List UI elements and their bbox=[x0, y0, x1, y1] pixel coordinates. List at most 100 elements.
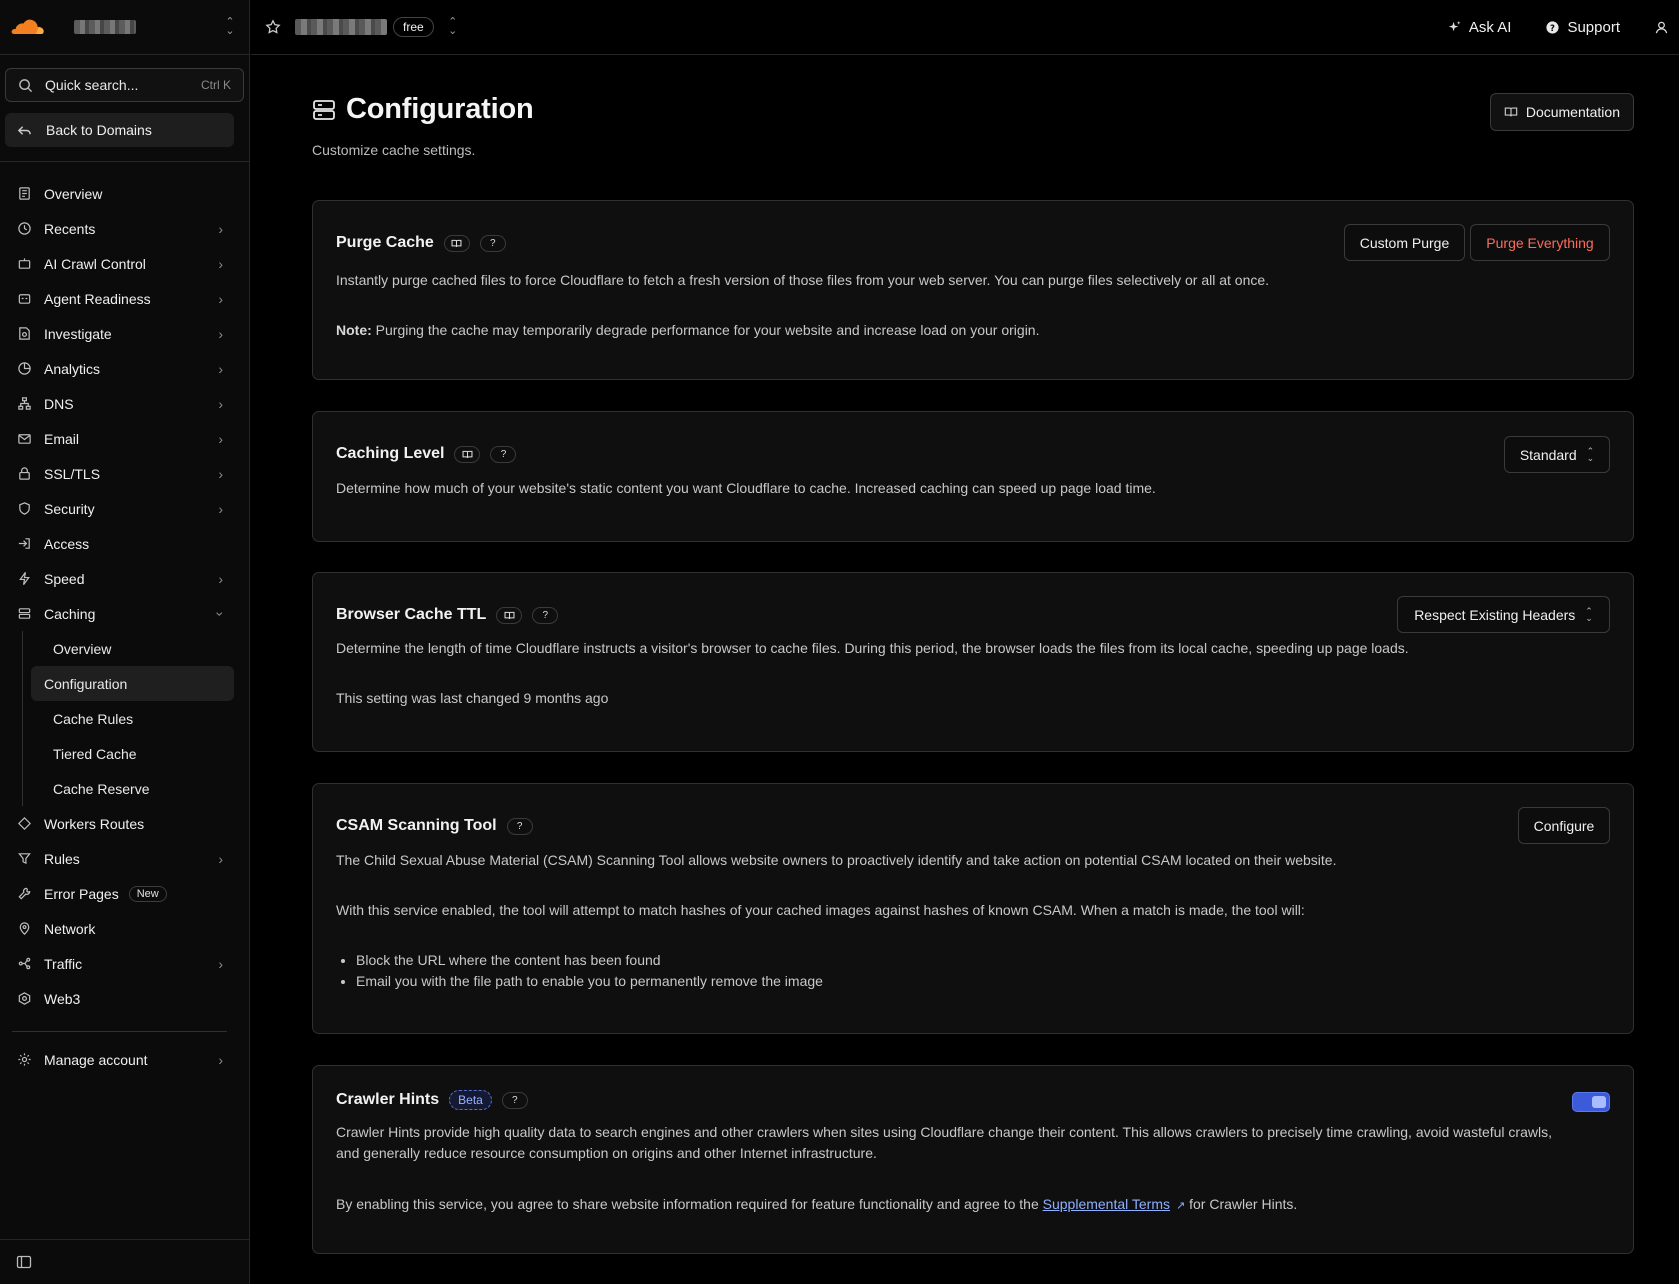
sidebar-item-label: AI Crawl Control bbox=[44, 255, 146, 272]
domain-name-redacted[interactable] bbox=[295, 19, 387, 35]
page-title: Configuration bbox=[346, 93, 534, 125]
sidebar-toggle-icon[interactable] bbox=[16, 1254, 32, 1270]
supplemental-terms-link[interactable]: Supplemental Terms bbox=[1043, 1196, 1170, 1212]
sidebar-item-recents[interactable]: Recents › bbox=[0, 211, 249, 246]
sidebar-item-web3[interactable]: Web3 bbox=[0, 981, 249, 1016]
sidebar-item-error-pages[interactable]: Error Pages New bbox=[0, 876, 249, 911]
workers-icon bbox=[17, 816, 32, 831]
card-title: CSAM Scanning Tool bbox=[336, 817, 497, 834]
sidebar-subitem-overview[interactable]: Overview bbox=[31, 631, 234, 666]
clock-icon bbox=[17, 221, 32, 236]
purge-everything-button[interactable]: Purge Everything bbox=[1470, 224, 1610, 261]
sidebar-item-ai-crawl-control[interactable]: AI Crawl Control › bbox=[0, 246, 249, 281]
select-value: Standard bbox=[1519, 446, 1577, 463]
network-tree-icon bbox=[17, 396, 32, 411]
sidebar-item-ssl-tls[interactable]: SSL/TLS › bbox=[0, 456, 249, 491]
sidebar-item-agent-readiness[interactable]: Agent Readiness › bbox=[0, 281, 249, 316]
help-icon[interactable]: ? bbox=[501, 1091, 528, 1109]
sidebar-item-label: Access bbox=[44, 535, 90, 552]
purge-note: Note: Purging the cache may temporarily … bbox=[336, 320, 1610, 341]
caching-level-select[interactable]: Standard ⌃ ⌄ bbox=[1504, 436, 1610, 473]
chevron-right-icon: › bbox=[218, 290, 223, 307]
sidebar-subitem-tiered-cache[interactable]: Tiered Cache bbox=[31, 736, 234, 771]
docs-link-icon[interactable] bbox=[454, 445, 481, 463]
sidebar-item-manage-account[interactable]: Manage account › bbox=[0, 1042, 249, 1077]
page-subtitle: Customize cache settings. bbox=[312, 142, 476, 158]
sidebar: ⌃ ⌄ Quick search... Ctrl K Back to Domain… bbox=[0, 0, 250, 1284]
sidebar-subitem-cache-reserve[interactable]: Cache Reserve bbox=[31, 771, 234, 806]
sidebar-item-email[interactable]: Email › bbox=[0, 421, 249, 456]
user-icon bbox=[1655, 21, 1668, 33]
last-changed-text: This setting was last changed 9 months a… bbox=[336, 690, 609, 706]
crawler-hints-toggle[interactable] bbox=[1572, 1092, 1610, 1112]
sidebar-item-label: Traffic bbox=[44, 955, 83, 972]
wrench-icon bbox=[17, 886, 32, 901]
sidebar-item-label: Agent Readiness bbox=[44, 290, 151, 307]
star-icon[interactable] bbox=[265, 19, 281, 35]
sidebar-item-access[interactable]: Access bbox=[0, 526, 249, 561]
sidebar-item-label: Web3 bbox=[44, 990, 81, 1007]
sidebar-item-traffic[interactable]: Traffic › bbox=[0, 946, 249, 981]
chevron-updown-icon: ⌃ ⌄ bbox=[1585, 605, 1593, 623]
docs-link-icon[interactable] bbox=[496, 606, 523, 624]
gear-icon bbox=[17, 1052, 32, 1067]
sidebar-subitem-cache-rules[interactable]: Cache Rules bbox=[31, 701, 234, 736]
sidebar-item-dns[interactable]: DNS › bbox=[0, 386, 249, 421]
sidebar-item-security[interactable]: Security › bbox=[0, 491, 249, 526]
support-button[interactable]: ? Support bbox=[1545, 19, 1620, 36]
purge-description: Instantly purge cached files to force Cl… bbox=[336, 272, 1270, 288]
robot-icon bbox=[17, 256, 32, 271]
chevron-updown-icon[interactable]: ⌃ ⌄ bbox=[446, 17, 460, 37]
help-icon[interactable]: ? bbox=[506, 817, 533, 835]
help-icon[interactable]: ? bbox=[532, 606, 559, 624]
browser-cache-ttl-select[interactable]: Respect Existing Headers ⌃ ⌄ bbox=[1397, 596, 1610, 633]
caching-level-description: Determine how much of your website's sta… bbox=[336, 480, 1156, 496]
select-value: Respect Existing Headers bbox=[1414, 606, 1576, 623]
user-menu-button[interactable] bbox=[1654, 20, 1669, 35]
search-icon bbox=[19, 78, 33, 92]
beta-badge: Beta bbox=[449, 1090, 492, 1110]
sidebar-item-label: Workers Routes bbox=[44, 815, 145, 832]
document-icon bbox=[17, 186, 32, 201]
help-icon[interactable]: ? bbox=[479, 234, 506, 252]
sidebar-item-label: Analytics bbox=[44, 360, 101, 377]
sidebar-item-workers-routes[interactable]: Workers Routes bbox=[0, 806, 249, 841]
chevron-right-icon: › bbox=[218, 955, 223, 972]
help-icon[interactable]: ? bbox=[490, 445, 517, 463]
terms-text-post: for Crawler Hints. bbox=[1185, 1196, 1298, 1212]
sidebar-item-speed[interactable]: Speed › bbox=[0, 561, 249, 596]
back-to-domains-button[interactable]: Back to Domains bbox=[5, 113, 234, 147]
chevron-updown-icon: ⌃ ⌄ bbox=[225, 16, 235, 37]
card-title: Caching Level bbox=[336, 445, 445, 462]
account-switcher[interactable]: ⌃ ⌄ bbox=[0, 0, 249, 55]
sidebar-item-rules[interactable]: Rules › bbox=[0, 841, 249, 876]
browser-cache-ttl-card: Browser Cache TTL ? Respect Existing Hea… bbox=[312, 572, 1634, 752]
quick-search[interactable]: Quick search... Ctrl K bbox=[5, 68, 244, 102]
terms-text-pre: By enabling this service, you agree to s… bbox=[336, 1196, 1043, 1212]
configure-button[interactable]: Configure bbox=[1518, 807, 1610, 844]
sidebar-item-label: SSL/TLS bbox=[44, 465, 101, 482]
sidebar-item-investigate[interactable]: Investigate › bbox=[0, 316, 249, 351]
docs-link-icon[interactable] bbox=[443, 234, 470, 252]
sparkle-icon bbox=[1448, 20, 1461, 31]
ask-ai-button[interactable]: Ask AI bbox=[1447, 19, 1511, 36]
sidebar-nav: Overview Recents › AI Crawl Control › Ag… bbox=[0, 176, 249, 1077]
csam-actions-list: Block the URL where the content has been… bbox=[336, 950, 1610, 992]
chevron-right-icon: › bbox=[218, 360, 223, 377]
sidebar-item-overview[interactable]: Overview bbox=[0, 176, 249, 211]
custom-purge-button[interactable]: Custom Purge bbox=[1344, 224, 1465, 261]
sidebar-subitem-configuration[interactable]: Configuration bbox=[31, 666, 234, 701]
sidebar-item-analytics[interactable]: Analytics › bbox=[0, 351, 249, 386]
sidebar-item-label: DNS bbox=[44, 395, 74, 412]
sidebar-item-caching[interactable]: Caching › bbox=[0, 596, 249, 631]
new-badge: New bbox=[128, 885, 167, 902]
browser-cache-ttl-description: Determine the length of time Cloudflare … bbox=[336, 640, 1409, 656]
documentation-button[interactable]: Documentation bbox=[1489, 93, 1634, 131]
sidebar-item-label: Recents bbox=[44, 220, 96, 237]
page-header: Configuration Customize cache settings. … bbox=[312, 93, 1634, 158]
sidebar-item-label: Rules bbox=[44, 850, 80, 867]
agent-icon bbox=[17, 291, 32, 306]
back-to-domains-label: Back to Domains bbox=[46, 122, 152, 138]
sidebar-item-network[interactable]: Network bbox=[0, 911, 249, 946]
book-icon bbox=[1504, 107, 1518, 117]
